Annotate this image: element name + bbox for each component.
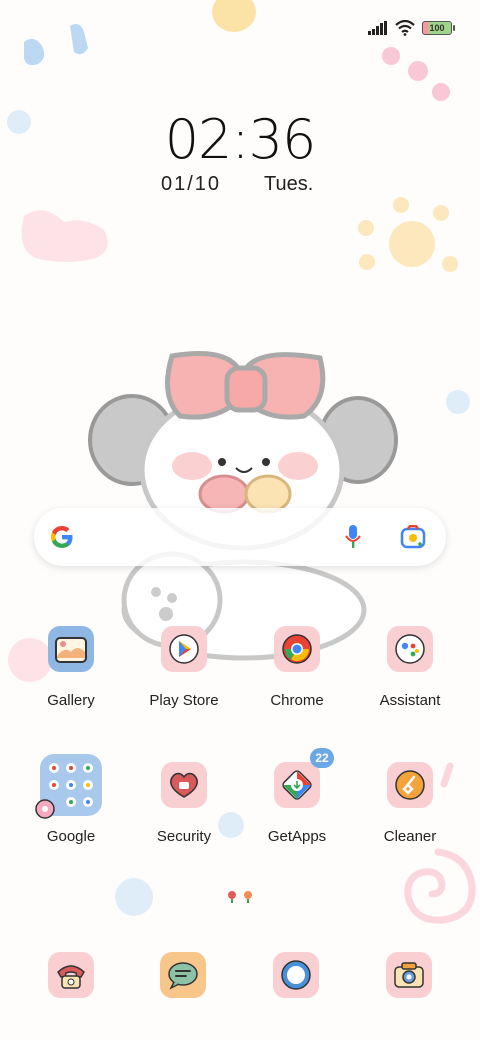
chrome-icon [274, 626, 320, 672]
wallpaper-blob [21, 210, 108, 262]
page-dot-active [228, 891, 236, 899]
dog-flower [198, 474, 250, 514]
app-chrome[interactable]: Chrome [247, 626, 347, 709]
clock-date[interactable]: 01/10 [161, 173, 221, 196]
wallpaper-blob [70, 24, 88, 55]
wallpaper-blob [382, 47, 400, 65]
assistant-icon [387, 626, 433, 672]
wallpaper-paw [389, 221, 435, 267]
play-store-icon [161, 626, 207, 672]
microphone-icon[interactable] [344, 524, 362, 550]
wallpaper-blob [446, 390, 470, 414]
dock-browser[interactable] [273, 952, 319, 998]
dog-paw-dot [167, 593, 177, 603]
dog-cheek [172, 452, 212, 480]
dog-paw-dot [151, 587, 161, 597]
app-gallery[interactable]: Gallery [21, 626, 121, 709]
security-icon [161, 762, 207, 808]
signal-icon [368, 21, 387, 35]
dock-phone[interactable] [48, 952, 94, 998]
clock-time[interactable]: 02:36 [160, 108, 320, 171]
dog-eye [218, 458, 226, 466]
wifi-icon [395, 20, 415, 36]
wallpaper-blob [24, 38, 45, 66]
app-label: Chrome [270, 692, 324, 709]
notification-badge: 22 [310, 748, 334, 768]
dog-eye [262, 458, 270, 466]
app-getapps[interactable]: 22 GetApps [247, 748, 347, 845]
wallpaper-blob [212, 0, 256, 32]
wallpaper-paw [359, 254, 375, 270]
messages-icon [160, 952, 206, 998]
app-assistant[interactable]: Assistant [360, 626, 460, 709]
app-label: Assistant [379, 692, 441, 709]
app-label: GetApps [267, 828, 327, 845]
browser-icon [273, 952, 319, 998]
wallpaper-blob [408, 61, 428, 81]
getapps-icon: 22 [274, 748, 334, 808]
folder-icon [35, 754, 102, 819]
wallpaper-blob [432, 83, 450, 101]
clock-day: Tues. [264, 173, 314, 195]
app-label: Google [46, 828, 96, 845]
app-label: Play Store [149, 692, 219, 709]
wallpaper-paw [393, 197, 409, 213]
dog-cheek [278, 452, 318, 480]
app-label: Cleaner [383, 828, 437, 845]
wallpaper-paw [433, 205, 449, 221]
wallpaper-swirl [404, 848, 476, 924]
dog-paw-dot [159, 607, 173, 621]
dock-camera[interactable] [386, 952, 432, 998]
wallpaper-paw [442, 256, 458, 272]
wallpaper-blob [7, 110, 31, 134]
dog-flower [244, 474, 292, 514]
dock-messages[interactable] [160, 952, 206, 998]
phone-icon [48, 952, 94, 998]
flower-sticker-icon [35, 799, 55, 819]
app-label: Gallery [47, 692, 95, 709]
google-g-icon [51, 526, 73, 548]
gallery-icon [48, 626, 94, 672]
camera-icon [386, 952, 432, 998]
app-play-store[interactable]: Play Store [134, 626, 234, 709]
cleaner-icon [387, 762, 433, 808]
google-lens-icon[interactable] [400, 525, 426, 549]
wallpaper-paw [358, 220, 374, 236]
app-cleaner[interactable]: Cleaner [360, 762, 460, 845]
status-bar: 100 [368, 18, 455, 38]
app-folder-google[interactable]: Google [21, 754, 121, 845]
page-dot [244, 891, 252, 899]
battery-indicator: 100 [422, 21, 455, 35]
page-indicator[interactable] [225, 890, 255, 904]
app-security[interactable]: Security [134, 762, 234, 845]
app-label: Security [156, 828, 212, 845]
wallpaper-blob [115, 878, 153, 916]
google-search-bar[interactable] [34, 508, 446, 566]
dog-bow-knot [224, 365, 268, 413]
